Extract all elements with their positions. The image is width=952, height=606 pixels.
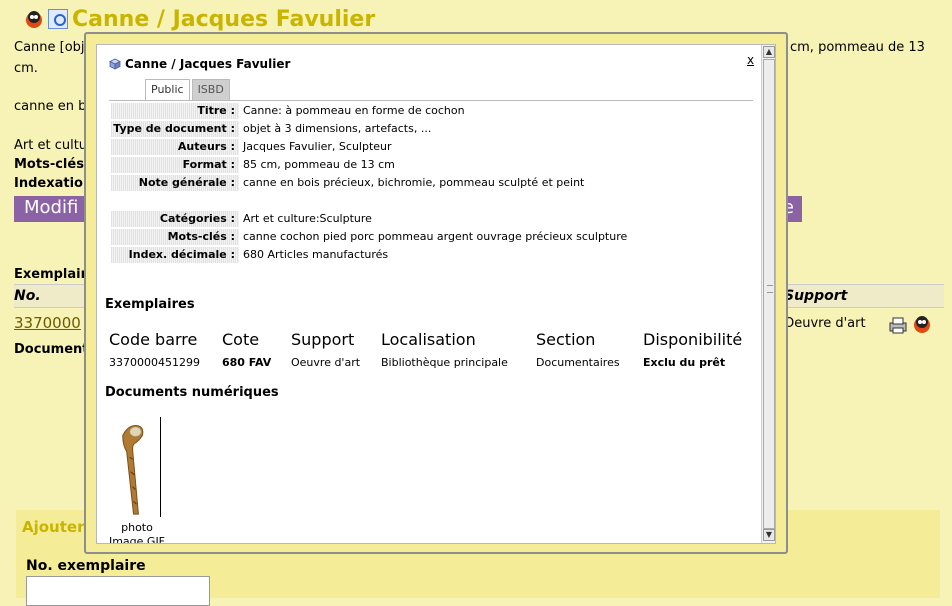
property-row: Format : 85 cm, pommeau de 13 cm xyxy=(111,157,671,173)
modal-title: Canne / Jacques Favulier xyxy=(109,57,290,71)
cell-code-barre: 3370000451299 xyxy=(109,356,200,369)
property-value: 680 Articles manufacturés xyxy=(243,248,389,261)
cell-section: Documentaires xyxy=(536,356,620,369)
property-value: Jacques Favulier, Sculpteur xyxy=(243,140,392,153)
close-button[interactable]: x xyxy=(747,53,754,67)
record-indexation-label: Indexation xyxy=(14,176,93,191)
exemplaire-number-input[interactable] xyxy=(26,576,210,606)
modal-scrollbar[interactable]: ▲ ▼ xyxy=(761,45,775,543)
property-label: Note générale : xyxy=(111,175,239,191)
property-row: Mots-clés : canne cochon pied porc pomme… xyxy=(111,229,671,245)
bug-icon[interactable] xyxy=(24,9,44,29)
col-support: Support xyxy=(784,288,848,304)
modal-title-text: Canne / Jacques Favulier xyxy=(125,57,291,71)
property-row: Type de document : objet à 3 dimensions,… xyxy=(111,121,671,137)
cell-localisation: Bibliothèque principale xyxy=(381,356,508,369)
property-label: Catégories : xyxy=(111,211,239,227)
record-text-cm: cm. xyxy=(14,61,38,76)
modify-button-label[interactable]: Modifi xyxy=(24,197,78,218)
property-row: Note générale : canne en bois précieux, … xyxy=(111,175,671,191)
property-label: Mots-clés : xyxy=(111,229,239,245)
record-keywords-label: Mots-clés xyxy=(14,157,84,172)
tabs-divider xyxy=(109,100,753,101)
col-code-barre: Code barre xyxy=(109,330,198,349)
record-preview-modal: Canne / Jacques Favulier x Public ISBD T… xyxy=(84,32,788,554)
document-caption-format: Image GIF xyxy=(108,535,166,544)
property-row: Index. décimale : 680 Articles manufactu… xyxy=(111,247,671,263)
documents-title: Documents numériques xyxy=(105,385,279,400)
property-value: Art et culture:Sculpture xyxy=(243,212,372,225)
property-label: Format : xyxy=(111,157,239,173)
col-section: Section xyxy=(536,330,596,349)
record-note: canne en b xyxy=(14,99,87,114)
view-tabs: Public ISBD xyxy=(145,79,230,101)
property-row: Titre : Canne: à pommeau en forme de coc… xyxy=(111,103,671,119)
scroll-down-icon[interactable]: ▼ xyxy=(763,529,775,541)
property-value: Canne: à pommeau en forme de cochon xyxy=(243,104,465,117)
scroll-up-icon[interactable]: ▲ xyxy=(763,46,775,58)
magnifier-icon[interactable] xyxy=(48,9,68,29)
property-label: Auteurs : xyxy=(111,139,239,155)
property-value: canne cochon pied porc pommeau argent ou… xyxy=(243,230,628,243)
col-cote: Cote xyxy=(222,330,260,349)
col-localisation: Localisation xyxy=(381,330,476,349)
printer-icon[interactable] xyxy=(888,316,908,334)
cell-disponibilite: Exclu du prêt xyxy=(643,356,726,369)
property-label: Type de document : xyxy=(111,121,239,137)
record-category: Art et cultu xyxy=(14,138,88,153)
form-legend: Ajouter xyxy=(22,518,85,536)
support-value: Oeuvre d'art xyxy=(784,316,866,331)
documents-heading: Document xyxy=(14,342,89,357)
form-label: No. exemplaire xyxy=(26,558,146,574)
barcode-link[interactable]: 3370000 xyxy=(14,314,81,332)
record-text-right: cm, pommeau de 13 xyxy=(790,40,925,55)
cane-photo-thumbnail[interactable] xyxy=(109,417,161,517)
property-row: Catégories : Art et culture:Sculpture xyxy=(111,211,671,227)
tab-isbd[interactable]: ISBD xyxy=(191,79,230,101)
scroll-thumb[interactable] xyxy=(763,59,775,529)
bug-icon[interactable] xyxy=(912,314,932,334)
page-header: Canne / Jacques Favulier xyxy=(24,6,375,32)
document-caption-type: photo xyxy=(121,521,153,534)
col-no: No. xyxy=(14,288,41,304)
tab-public[interactable]: Public xyxy=(145,79,190,101)
cell-support: Oeuvre d'art xyxy=(291,356,361,369)
property-label: Index. décimale : xyxy=(111,247,239,263)
property-value: objet à 3 dimensions, artefacts, ... xyxy=(243,122,432,135)
exemplaires-heading: Exemplair xyxy=(14,267,88,282)
record-text-left: Canne [obj xyxy=(14,40,85,55)
page-title: Canne / Jacques Favulier xyxy=(72,6,376,32)
property-label: Titre : xyxy=(111,103,239,119)
cell-cote: 680 FAV xyxy=(222,356,272,369)
modal-panel: Canne / Jacques Favulier x Public ISBD T… xyxy=(96,44,776,544)
property-value: canne en bois précieux, bichromie, pomme… xyxy=(243,176,585,189)
cube-icon xyxy=(109,58,121,70)
exemplaires-title: Exemplaires xyxy=(105,297,195,312)
property-row: Auteurs : Jacques Favulier, Sculpteur xyxy=(111,139,671,155)
col-support: Support xyxy=(291,330,355,349)
property-value: 85 cm, pommeau de 13 cm xyxy=(243,158,395,171)
col-disponibilite: Disponibilité xyxy=(643,330,743,349)
